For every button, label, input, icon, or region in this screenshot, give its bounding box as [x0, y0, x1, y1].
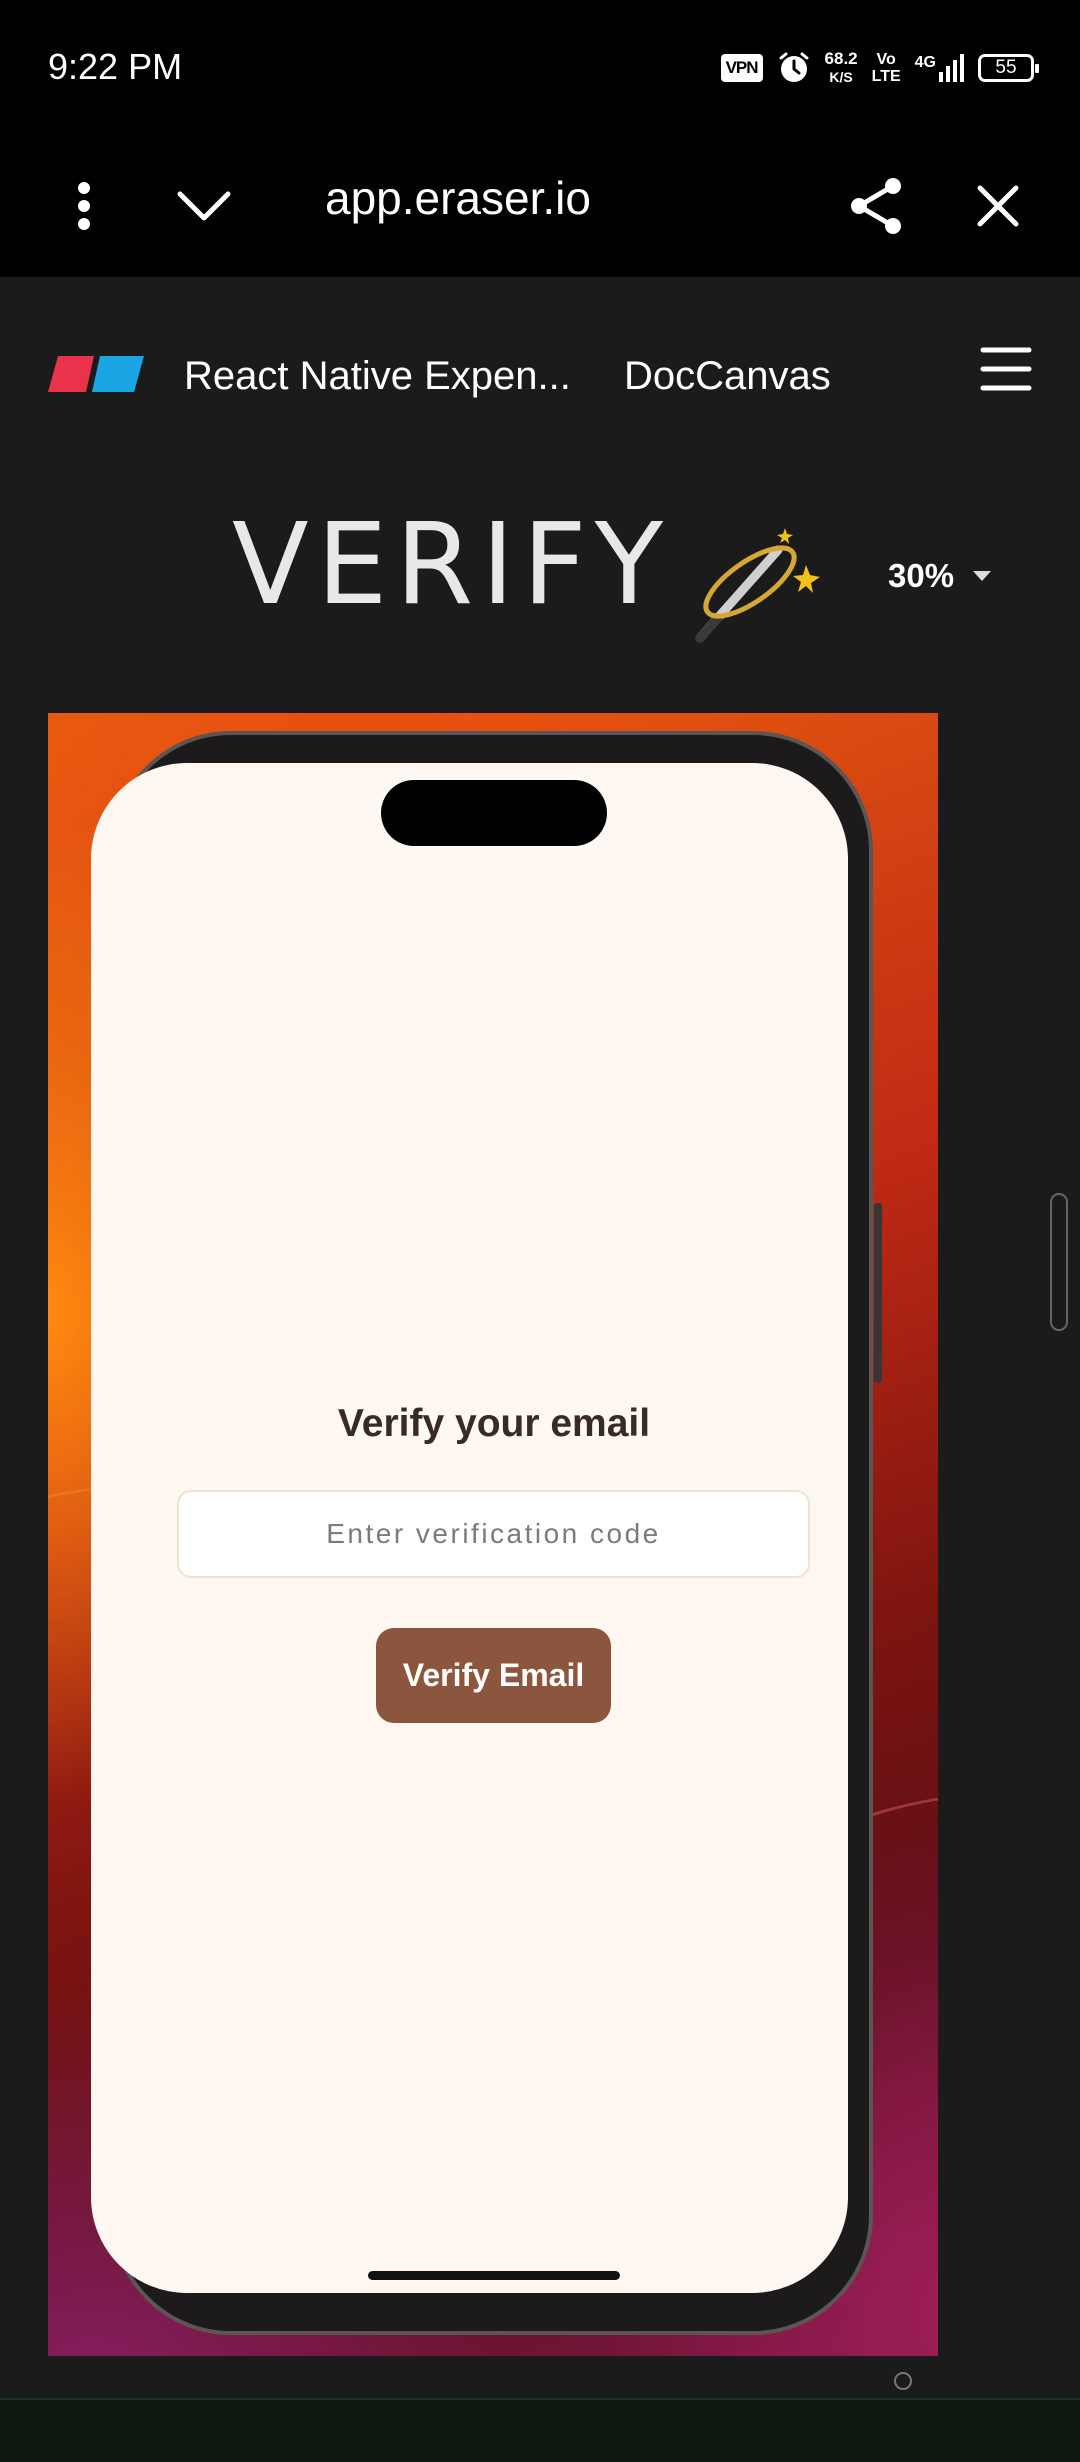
close-icon[interactable]	[972, 135, 1024, 277]
app-header: React Native Expen... DocCanvas	[0, 277, 1080, 472]
speed-value: 68.2	[824, 49, 858, 68]
status-bar: 9:22 PM VPN 68.2 K/S Vo LTE 4G 55	[0, 0, 1080, 135]
dynamic-island	[381, 780, 607, 846]
magic-wand-icon	[695, 528, 820, 643]
verify-email-button[interactable]: Verify Email	[376, 1628, 611, 1723]
share-icon[interactable]	[846, 135, 906, 277]
vpn-icon: VPN	[720, 54, 763, 82]
url-bar[interactable]: app.eraser.io	[325, 171, 591, 225]
home-indicator	[368, 2271, 620, 2280]
verify-heading: Verify your email	[337, 1402, 651, 1445]
verification-code-input[interactable]	[177, 1490, 810, 1578]
circle-indicator-icon	[894, 2372, 912, 2390]
network-speed: 68.2 K/S	[825, 50, 858, 86]
phone-power-button	[874, 1203, 882, 1383]
volte-indicator: Vo LTE	[872, 51, 901, 85]
caret-down-icon	[973, 571, 992, 581]
status-icons: VPN 68.2 K/S Vo LTE 4G 55	[720, 46, 1039, 90]
document-title[interactable]: React Native Expen...	[184, 354, 571, 399]
canvas-title: VERIFY	[232, 500, 672, 630]
volte-top: Vo	[876, 51, 896, 68]
network-type: 4G	[914, 54, 936, 71]
more-vert-icon[interactable]	[64, 135, 104, 277]
alarm-icon	[779, 52, 809, 82]
bottom-bar	[0, 2398, 1080, 2462]
speed-unit: K/S	[829, 69, 853, 85]
battery-icon: 55	[978, 54, 1039, 82]
browser-toolbar: app.eraser.io	[0, 135, 1080, 277]
chevron-down-icon[interactable]	[174, 135, 234, 277]
volte-bottom: LTE	[871, 68, 901, 85]
signal-icon: 4G	[915, 54, 964, 82]
status-time: 9:22 PM	[48, 46, 183, 87]
hamburger-menu-icon[interactable]	[980, 346, 1032, 392]
zoom-control[interactable]: 30%	[888, 557, 992, 595]
eraser-logo[interactable]	[46, 354, 146, 394]
tab-doccanvas[interactable]: DocCanvas	[624, 354, 831, 399]
zoom-level: 30%	[888, 557, 955, 594]
scrollbar-handle[interactable]	[1050, 1193, 1068, 1331]
